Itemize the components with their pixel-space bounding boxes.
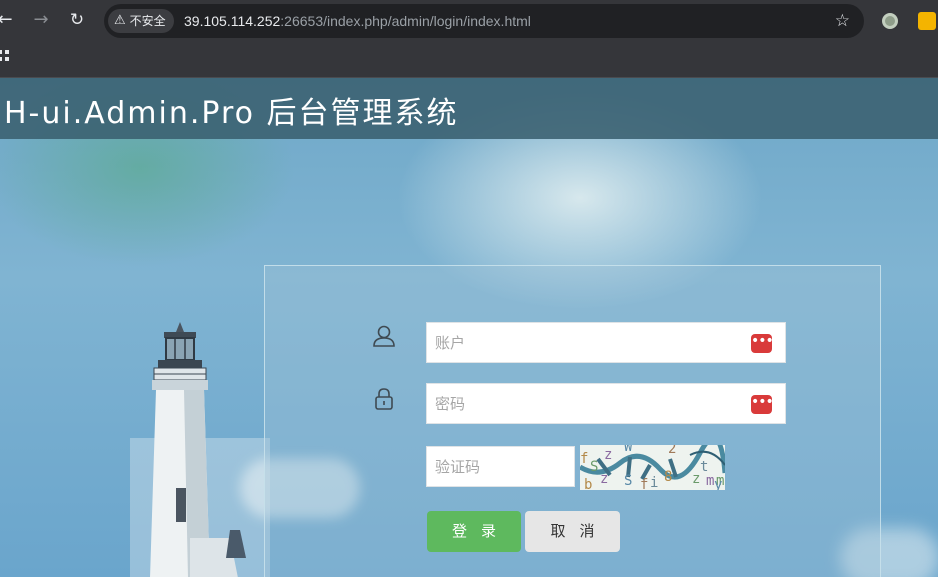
brand-title: H-ui.Admin.Pro 后台管理系统 [4,96,459,131]
account-field[interactable]: ••• [426,322,786,363]
url-path: :26653/index.php/admin/login/index.html [280,13,531,29]
account-input[interactable] [427,323,785,362]
captcha-glyph: z [692,471,700,487]
captcha-graphic: f Sz W 2tb mz Sf i 8 z m y [580,445,725,490]
extension-icon[interactable] [882,13,898,29]
site-header: H-ui.Admin.Pro 后台管理系统 [0,78,938,139]
password-field[interactable]: ••• [426,383,786,424]
login-button[interactable]: 登录 [427,511,521,552]
captcha-glyph: S [624,473,632,489]
user-icon [373,325,395,347]
browser-toolbar: ← → ↻ ⚠ 不安全 39.105.114.252:26653/index.p… [0,0,938,42]
captcha-glyph: S [590,459,598,475]
back-arrow-icon[interactable]: ← [0,9,16,31]
captcha-field[interactable] [426,446,575,487]
captcha-glyph: y [714,477,722,490]
bookmark-star-icon[interactable]: ☆ [835,9,850,33]
url-host: 39.105.114.252 [184,13,281,29]
url-text[interactable]: 39.105.114.252:26653/index.php/admin/log… [184,4,531,38]
captcha-glyph: b [584,477,592,490]
captcha-glyph: f [580,451,588,467]
cancel-button[interactable]: 取消 [525,511,620,552]
apps-grid-icon[interactable] [0,50,10,62]
password-manager-icon[interactable]: ••• [751,395,774,414]
login-form: ••• ••• fSzW2tbmzSfi8zmy 登录 取消 [264,265,881,577]
captcha-glyph: i [650,475,658,490]
captcha-glyph: W [624,445,633,455]
reload-icon[interactable]: ↻ [66,9,88,31]
forward-arrow-icon[interactable]: → [30,9,52,31]
lock-icon [375,388,393,410]
captcha-glyph: 8 [664,469,672,485]
bookmarks-bar [0,42,938,78]
extension-icon[interactable] [918,12,936,30]
captcha-input[interactable] [427,447,574,486]
password-manager-icon[interactable]: ••• [751,334,774,353]
address-bar[interactable]: ⚠ 不安全 39.105.114.252:26653/index.php/adm… [104,4,864,38]
security-chip[interactable]: ⚠ 不安全 [108,9,174,33]
captcha-image[interactable]: fSzW2tbmzSfi8zmy [580,445,725,490]
captcha-glyph: z [600,471,608,487]
password-input[interactable] [427,384,785,423]
captcha-glyph: f [640,477,648,490]
security-label: 不安全 [129,14,166,28]
login-page: H-ui.Admin.Pro 后台管理系统 ••• ••• [0,78,938,577]
warning-icon: ⚠ [114,13,126,28]
captcha-glyph: 2 [668,445,676,457]
captcha-glyph: z [604,447,612,463]
lighthouse-image [130,322,270,577]
